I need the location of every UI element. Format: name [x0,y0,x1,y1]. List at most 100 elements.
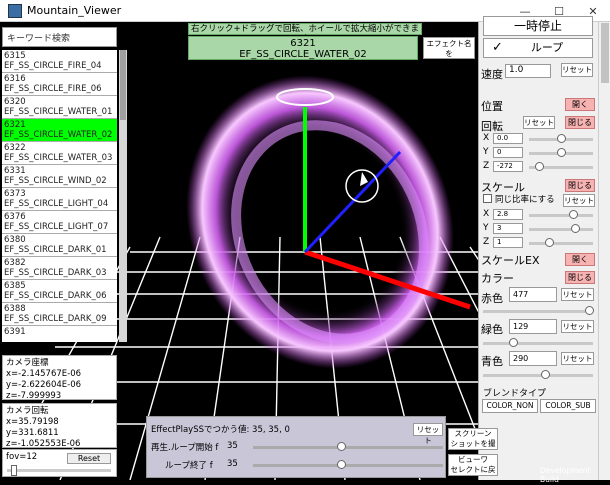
blue-reset-button[interactable]: リセット [561,352,594,365]
blend-color-sub-button[interactable]: COLOR_SUB [540,399,596,413]
red-input[interactable]: 477 [509,287,557,302]
scale-x-knob[interactable] [569,210,578,219]
list-item[interactable]: 6373 EF_SS_CIRCLE_LIGHT_04 [2,188,117,211]
uniform-scale-checkbox[interactable] [483,194,492,203]
blend-color-non-button[interactable]: COLOR_NON [482,399,538,413]
item-id: 6385 [4,281,26,291]
effect-play-panel: EffectPlaySSでつかう値: 35, 35, 0 リセット 再生.ループ… [146,416,446,478]
right-panel: 一時停止 ✓ ループ 速度 1.0 リセット 位置 開く 回転 リセット 閉じる… [478,16,598,480]
speed-reset-button[interactable]: リセット [561,63,593,77]
loop-button[interactable]: ✓ ループ [483,38,593,58]
green-label: 緑色 [481,323,503,336]
pause-button[interactable]: 一時停止 [483,16,593,36]
red-slider[interactable] [483,310,593,313]
list-item[interactable]: 6315 EF_SS_CIRCLE_FIRE_04 [2,50,117,73]
scale-ex-open-button[interactable]: 開く [565,253,595,266]
list-item[interactable]: 6382 EF_SS_CIRCLE_DARK_03 [2,257,117,280]
loop-end-slider[interactable] [253,464,443,467]
fov-reset-button[interactable]: Reset [67,453,111,464]
item-name: EF_SS_CIRCLE_DARK_01 [4,245,107,255]
list-item[interactable]: 6320 EF_SS_CIRCLE_WATER_01 [2,96,117,119]
speed-input[interactable]: 1.0 [505,64,551,78]
item-id: 6382 [4,258,26,268]
right-scrollbar-thumb[interactable] [601,23,609,83]
blue-input[interactable]: 290 [509,351,557,366]
rot-y-input[interactable]: 0 [493,147,523,158]
list-item-selected[interactable]: 6321 EF_SS_CIRCLE_WATER_02 [2,119,117,142]
loop-start-slider[interactable] [253,446,443,449]
right-scrollbar[interactable] [598,22,610,480]
fov-label: fov=12 [6,452,38,462]
scale-z-input[interactable]: 1 [493,237,523,248]
screenshot-button[interactable]: スクリーン ショットを撮る [448,428,498,458]
scrollbar-thumb[interactable] [120,50,126,120]
fov-slider-track[interactable] [7,469,111,472]
green-knob[interactable] [509,338,518,347]
blue-slider[interactable] [483,374,593,377]
list-item[interactable]: 6380 EF_SS_CIRCLE_DARK_01 [2,234,117,257]
rot-x-knob[interactable] [557,134,566,143]
effect-list[interactable]: 6315 EF_SS_CIRCLE_FIRE_04 6316 EF_SS_CIRCL… [2,50,117,342]
rot-x-input[interactable]: 0.0 [493,133,523,144]
list-item[interactable]: 6376 EF_SS_CIRCLE_LIGHT_07 [2,211,117,234]
scale-z-knob[interactable] [545,238,554,247]
list-scrollbar[interactable] [119,50,127,342]
scale-x-input[interactable]: 2.8 [493,209,523,220]
item-name: EF_SS_CIRCLE_FIRE_04 [4,61,102,71]
current-effect-id: 6321 [290,38,316,49]
check-icon: ✓ [492,40,503,55]
list-item[interactable]: 6385 EF_SS_CIRCLE_DARK_06 [2,280,117,303]
viewer-select-button[interactable]: ビューワ セレクトに戻る [448,454,498,484]
red-knob[interactable] [585,306,594,315]
loop-start-label: 再生.ループ開始 f [151,443,219,453]
item-name: EF_SS_CIRCLE_WATER_01 [4,107,113,117]
rot-z-knob[interactable] [535,162,544,171]
position-open-button[interactable]: 開く [565,98,595,111]
color-label: カラー [481,272,514,285]
list-item[interactable]: 6388 EF_SS_CIRCLE_DARK_09 [2,303,117,326]
scale-z-slider[interactable] [529,242,593,245]
scale-close-button[interactable]: 閉じる [565,179,595,192]
item-name: EF_SS_CIRCLE_DARK_03 [4,268,107,278]
scale-y-slider[interactable] [529,228,593,231]
search-input[interactable]: キーワード検索 [2,27,117,47]
scale-y-label: Y [483,223,489,233]
color-close-button[interactable]: 閉じる [565,271,595,284]
window-title: Mountain_Viewer [27,4,122,17]
loop-end-knob[interactable] [337,460,346,469]
loop-end-label: ループ終了 f [165,461,213,471]
camera-rotation-x: x=35.79198 [6,417,59,427]
loop-end-value: 35 [227,459,238,469]
scale-y-input[interactable]: 3 [493,223,523,234]
scale-x-label: X [483,209,490,219]
rotation-reset-button[interactable]: リセット [523,116,555,129]
fov-panel: fov=12 Reset [2,449,117,477]
copy-effect-name-button[interactable]: エフェクト名を コピーする [423,37,475,68]
list-item[interactable]: 6322 EF_SS_CIRCLE_WATER_03 [2,142,117,165]
list-item[interactable]: 6331 EF_SS_CIRCLE_WIND_02 [2,165,117,188]
current-effect: 6321 EF_SS_CIRCLE_WATER_02 [188,36,418,60]
green-reset-button[interactable]: リセット [561,320,594,333]
scale-y-knob[interactable] [571,224,580,233]
camera-position-z: z=-7.999993 [6,391,62,401]
camera-position-panel: カメラ座標 x=-2.145767E-06 y=-2.622604E-06 z=… [2,355,117,401]
scale-x-slider[interactable] [529,214,593,217]
list-item[interactable]: 6391 [2,326,117,342]
blue-knob[interactable] [541,370,550,379]
rot-z-input[interactable]: -272 [493,161,523,172]
rotation-close-button[interactable]: 閉じる [565,116,595,129]
loop-start-knob[interactable] [337,442,346,451]
list-item[interactable]: 6316 EF_SS_CIRCLE_FIRE_06 [2,73,117,96]
green-slider[interactable] [483,342,593,345]
app-icon [8,3,22,18]
control-hint: 右クリック+ドラッグで回転、ホイールで拡大縮小ができます [188,23,422,44]
effect-reset-button[interactable]: リセット [413,423,443,445]
red-reset-button[interactable]: リセット [561,288,594,301]
rot-y-knob[interactable] [557,148,566,157]
item-id: 6315 [4,51,26,61]
item-name: EF_SS_CIRCLE_WATER_03 [4,153,113,163]
scale-reset-button[interactable]: リセット [563,194,595,207]
item-id: 6320 [4,97,26,107]
green-input[interactable]: 129 [509,319,557,334]
fov-slider-knob[interactable] [11,465,17,476]
